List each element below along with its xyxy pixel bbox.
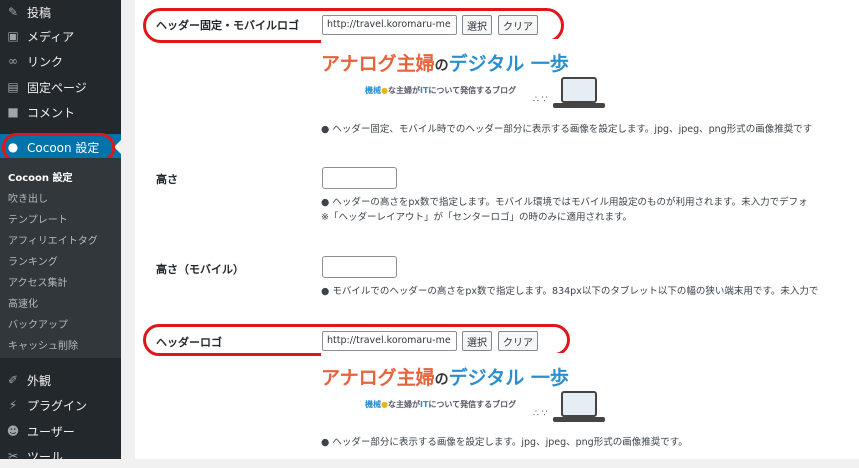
- submenu-item-access-stats[interactable]: アクセス集計: [8, 274, 68, 289]
- info-icon: ●: [321, 286, 330, 297]
- menu-item-pages[interactable]: ▤ 固定ページ: [0, 75, 121, 99]
- menu-item-media[interactable]: ▣ メディア: [0, 24, 121, 48]
- menu-label: ツール: [27, 449, 64, 464]
- menu-item-users[interactable]: ☻ ユーザー: [0, 419, 121, 443]
- laptop-icon: [561, 77, 597, 103]
- brush-icon: ✐: [7, 373, 19, 387]
- menu-label: プラグイン: [27, 398, 88, 413]
- page-icon: ▤: [7, 80, 19, 94]
- mobile-logo-preview: アナログ主婦のデジタル 一歩 機械●な主婦がITについて発信するブログ ∴ ∵: [321, 39, 619, 115]
- submenu-item-affiliate-tag[interactable]: アフィリエイトタグ: [8, 232, 98, 247]
- link-icon: ∞: [8, 54, 18, 68]
- menu-item-links[interactable]: ∞ リンク: [0, 49, 121, 73]
- menu-item-plugins[interactable]: ⚡ プラグイン: [0, 393, 121, 417]
- info-icon: ●: [321, 437, 330, 448]
- paw-prints-icon: ∴ ∵: [533, 409, 548, 419]
- height-label: 高さ: [156, 173, 178, 186]
- info-icon: ●: [321, 197, 330, 208]
- submenu-item-speech-balloon[interactable]: 吹き出し: [8, 190, 48, 205]
- pin-icon: ✎: [7, 5, 19, 19]
- submenu-item-backup[interactable]: バックアップ: [8, 316, 68, 331]
- highlight-mobile-logo: [143, 8, 564, 43]
- laptop-icon: [561, 391, 597, 417]
- paw-prints-icon: ∴ ∵: [533, 95, 548, 105]
- menu-label: リンク: [27, 54, 64, 69]
- laptop-base: [553, 103, 605, 108]
- height-description: ● ヘッダーの高さをpx数で指定します。モバイル環境ではモバイル用設定のものが利…: [321, 197, 808, 208]
- menu-label: 投稿: [27, 5, 52, 20]
- height-mobile-description: ● モバイルでのヘッダーの高さをpx数で指定します。834px以下のタブレット以…: [321, 286, 819, 297]
- logo-title: アナログ主婦のデジタル 一歩: [321, 367, 569, 389]
- submenu-item-speedup[interactable]: 高速化: [8, 295, 38, 310]
- user-icon: ☻: [6, 424, 20, 438]
- menu-label: ユーザー: [27, 424, 75, 439]
- submenu-item-ranking[interactable]: ランキング: [8, 253, 58, 268]
- cocoon-submenu: Cocoon 設定 吹き出し テンプレート アフィリエイトタグ ランキング アク…: [0, 158, 121, 358]
- tool-icon: ✂: [7, 449, 19, 463]
- header-logo-description: ● ヘッダー部分に表示する画像を設定します。jpg、jpeg、png形式の画像推…: [321, 437, 688, 448]
- menu-item-tools[interactable]: ✂ ツール: [0, 444, 121, 468]
- submenu-item-cocoon-settings[interactable]: Cocoon 設定: [8, 169, 72, 184]
- height-note: ※「ヘッダーレイアウト」が「センターロゴ」の時のみに適用されます。: [321, 212, 633, 223]
- settings-panel: ヘッダー固定・モバイルロゴ http://travel.koromaru-me …: [135, 0, 859, 459]
- menu-item-comments[interactable]: ■ コメント: [0, 100, 121, 124]
- logo-subtitle: 機械●な主婦がITについて発信するブログ: [365, 86, 517, 95]
- menu-item-appearance[interactable]: ✐ 外観: [0, 368, 121, 392]
- menu-item-posts[interactable]: ✎ 投稿: [0, 0, 121, 24]
- comment-icon: ■: [7, 105, 19, 119]
- current-menu-arrow: [114, 140, 121, 154]
- height-mobile-label: 高さ（モバイル）: [156, 263, 244, 276]
- laptop-base: [553, 417, 605, 422]
- main-content: ヘッダー固定・モバイルロゴ http://travel.koromaru-me …: [121, 0, 859, 459]
- submenu-item-cache-delete[interactable]: キャッシュ削除: [8, 337, 78, 352]
- mobile-logo-description: ● ヘッダー固定、モバイル時でのヘッダー部分に表示する画像を設定します。jpg、…: [321, 124, 813, 135]
- admin-sidebar: ✎ 投稿 ▣ メディア ∞ リンク ▤ 固定ページ ■ コメント ● Cocoo…: [0, 0, 121, 464]
- logo-title: アナログ主婦のデジタル 一歩: [321, 53, 569, 75]
- menu-label: メディア: [27, 29, 75, 44]
- height-mobile-input[interactable]: [322, 256, 397, 278]
- media-icon: ▣: [7, 29, 19, 43]
- menu-label: コメント: [27, 105, 76, 120]
- header-logo-preview: アナログ主婦のデジタル 一歩 機械●な主婦がITについて発信するブログ ∴ ∵: [321, 353, 619, 429]
- menu-label: 固定ページ: [27, 80, 87, 95]
- height-input[interactable]: [322, 167, 397, 189]
- logo-subtitle: 機械●な主婦がITについて発信するブログ: [365, 400, 517, 409]
- plugin-icon: ⚡: [8, 398, 18, 412]
- submenu-item-template[interactable]: テンプレート: [8, 211, 68, 226]
- highlight-header-logo: [143, 324, 570, 356]
- info-icon: ●: [321, 124, 330, 135]
- menu-label: 外観: [27, 373, 52, 388]
